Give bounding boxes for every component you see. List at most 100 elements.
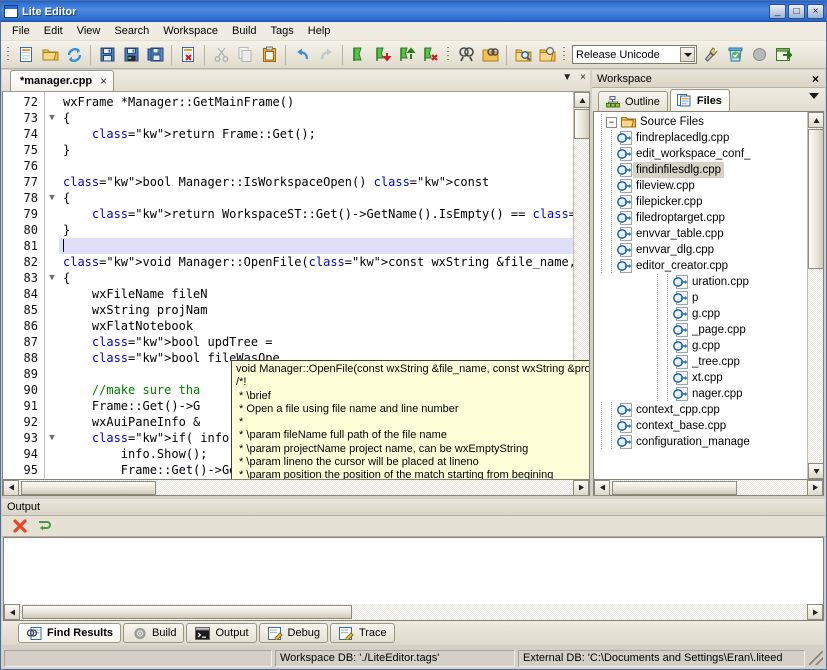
workspace-close-icon[interactable]: × <box>809 72 822 86</box>
menu-help[interactable]: Help <box>301 23 338 39</box>
file-tree[interactable]: −Source Filesfindreplacedlg.cppedit_work… <box>594 112 807 479</box>
fold-margin[interactable]: ▼▼▼▼ <box>45 92 59 479</box>
menu-tags[interactable]: Tags <box>264 23 301 39</box>
find-in-files-icon[interactable] <box>512 44 534 66</box>
code-line[interactable]: wxFlatNotebook <box>59 318 573 334</box>
toolbar-grip-3[interactable] <box>561 45 568 65</box>
find-icon[interactable] <box>455 44 477 66</box>
code-line[interactable]: wxString projNam <box>59 302 573 318</box>
menu-view[interactable]: View <box>70 23 108 39</box>
bookmark-clear-icon[interactable] <box>420 44 442 66</box>
editor-scroll-thumb[interactable] <box>574 109 590 139</box>
open-folder-icon[interactable] <box>39 44 61 66</box>
code-line[interactable]: class="kw">return WorkspaceST::Get()->Ge… <box>59 206 573 222</box>
close-button[interactable]: × <box>807 4 824 19</box>
tree-vertical-scrollbar[interactable] <box>807 112 823 479</box>
build-icon[interactable] <box>700 44 722 66</box>
save-all-icon[interactable] <box>144 44 166 66</box>
tree-folder-row[interactable]: −Source Files <box>594 114 807 130</box>
editor-hscroll-thumb[interactable] <box>21 481 156 495</box>
code-line[interactable]: { <box>59 110 573 126</box>
tree-scroll-left-button[interactable] <box>594 480 610 496</box>
tab-outline[interactable]: Outline <box>598 91 668 111</box>
output-text-area[interactable] <box>3 537 824 621</box>
tree-file-row[interactable]: nager.cpp <box>594 386 807 402</box>
code-line[interactable] <box>59 158 573 174</box>
tree-file-row[interactable]: envvar_dlg.cpp <box>594 242 807 258</box>
code-line[interactable]: { <box>59 190 573 206</box>
tree-scroll-up-button[interactable] <box>808 112 824 128</box>
tree-file-row[interactable]: context_cpp.cpp <box>594 402 807 418</box>
build-configuration-combo[interactable]: Release Unicode <box>572 45 697 64</box>
tree-file-row[interactable]: _page.cpp <box>594 322 807 338</box>
code-line[interactable]: } <box>59 142 573 158</box>
tree-file-row[interactable]: envvar_table.cpp <box>594 226 807 242</box>
redo-icon[interactable] <box>315 44 337 66</box>
tree-scroll-right-button[interactable] <box>807 480 823 496</box>
minimize-button[interactable]: _ <box>769 4 786 19</box>
tree-file-row[interactable]: p <box>594 290 807 306</box>
cut-icon[interactable] <box>210 44 232 66</box>
menu-workspace[interactable]: Workspace <box>156 23 225 39</box>
close-file-icon[interactable] <box>177 44 199 66</box>
tree-file-row[interactable]: editor_creator.cpp <box>594 258 807 274</box>
menu-file[interactable]: File <box>5 23 37 39</box>
copy-icon[interactable] <box>234 44 256 66</box>
code-line[interactable]: { <box>59 270 573 286</box>
menu-build[interactable]: Build <box>225 23 263 39</box>
save-as-icon[interactable] <box>120 44 142 66</box>
paste-icon[interactable] <box>258 44 280 66</box>
undo-icon[interactable] <box>291 44 313 66</box>
code-line[interactable]: class="kw">bool updTree = <box>59 334 573 350</box>
code-line[interactable]: wxFrame *Manager::GetMainFrame() <box>59 94 573 110</box>
menu-search[interactable]: Search <box>107 23 156 39</box>
chevron-down-icon[interactable] <box>680 47 695 62</box>
tree-file-row[interactable]: findinfilesdlg.cpp <box>594 162 807 178</box>
tree-file-row[interactable]: uration.cpp <box>594 274 807 290</box>
workspace-tab-dropdown-icon[interactable] <box>809 93 819 99</box>
tab-find-results[interactable]: Find Results <box>18 623 121 643</box>
output-hscroll-thumb[interactable] <box>22 605 352 619</box>
tree-file-row[interactable]: _tree.cpp <box>594 354 807 370</box>
bookmark-icon[interactable] <box>348 44 370 66</box>
tab-list-dropdown-icon[interactable]: ▼ <box>562 72 572 83</box>
save-icon[interactable] <box>96 44 118 66</box>
tree-hscroll-thumb[interactable] <box>612 481 737 495</box>
bookmark-next-icon[interactable] <box>372 44 394 66</box>
tab-debug[interactable]: Debug <box>259 623 328 643</box>
tree-file-row[interactable]: fileview.cpp <box>594 178 807 194</box>
editor-horizontal-scrollbar[interactable] <box>2 480 590 496</box>
code-line[interactable]: } <box>59 222 573 238</box>
tree-file-row[interactable]: edit_workspace_conf_ <box>594 146 807 162</box>
editor-pane-close-icon[interactable]: × <box>580 72 586 83</box>
maximize-button[interactable]: □ <box>788 4 805 19</box>
tree-file-row[interactable]: findreplacedlg.cpp <box>594 130 807 146</box>
code-line[interactable] <box>59 238 573 254</box>
find-next-icon[interactable] <box>479 44 501 66</box>
output-horizontal-scrollbar[interactable] <box>4 604 823 620</box>
new-file-icon[interactable] <box>15 44 37 66</box>
refresh-icon[interactable] <box>63 44 85 66</box>
clean-icon[interactable] <box>724 44 746 66</box>
tree-file-row[interactable]: g.cpp <box>594 306 807 322</box>
tree-scroll-down-button[interactable] <box>808 463 824 479</box>
replace-in-files-icon[interactable] <box>536 44 558 66</box>
tree-horizontal-scrollbar[interactable] <box>593 480 824 496</box>
code-line[interactable]: class="kw">void Manager::OpenFile(class=… <box>59 254 573 270</box>
resize-grip[interactable] <box>809 651 823 665</box>
clear-output-icon[interactable] <box>11 517 29 535</box>
tree-file-row[interactable]: filedroptarget.cpp <box>594 210 807 226</box>
tab-files[interactable]: Files <box>670 89 730 111</box>
fold-toggle[interactable]: ▼ <box>45 430 59 446</box>
code-line[interactable]: wxFileName fileN <box>59 286 573 302</box>
tree-scroll-thumb[interactable] <box>808 129 824 269</box>
tab-output[interactable]: Output <box>186 623 256 643</box>
word-wrap-icon[interactable] <box>35 517 53 535</box>
fold-toggle[interactable]: ▼ <box>45 110 59 126</box>
editor-tab-manager-cpp[interactable]: *manager.cpp × <box>10 70 114 91</box>
stop-icon[interactable] <box>748 44 770 66</box>
tree-file-row[interactable]: g.cpp <box>594 338 807 354</box>
bookmark-prev-icon[interactable] <box>396 44 418 66</box>
scroll-left-button[interactable] <box>3 480 19 496</box>
code-editor[interactable]: 7273747576777879808182838485868788899091… <box>2 92 590 480</box>
